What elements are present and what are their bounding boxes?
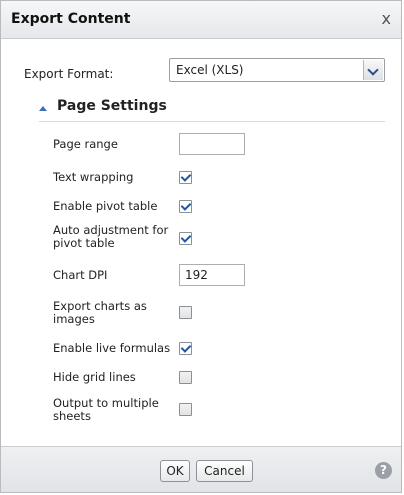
chevron-down-icon[interactable]: [363, 60, 383, 80]
caret-up-icon[interactable]: [39, 106, 47, 111]
export-format-select[interactable]: Excel (XLS): [169, 58, 385, 82]
ok-button[interactable]: OK: [160, 460, 190, 482]
dialog-titlebar: Export Content x: [1, 1, 401, 39]
text-wrapping-label: Text wrapping: [53, 170, 134, 184]
page-settings-heading[interactable]: Page Settings: [57, 98, 167, 114]
page-range-label: Page range: [53, 137, 118, 151]
auto-adjust-checkbox[interactable]: [179, 232, 192, 245]
multiple-sheets-checkbox[interactable]: [179, 403, 192, 416]
export-content-dialog: Export Content x Export Format: Excel (X…: [0, 0, 402, 493]
export-format-value: Excel (XLS): [176, 63, 244, 77]
dialog-footer: OK Cancel ?: [1, 446, 401, 492]
hide-grid-checkbox[interactable]: [179, 371, 192, 384]
export-format-label: Export Format:: [24, 67, 114, 81]
auto-adjust-label: Auto adjustment for pivot table: [53, 223, 169, 250]
section-divider: [39, 121, 385, 122]
dialog-title: Export Content: [11, 11, 131, 27]
text-wrapping-checkbox[interactable]: [179, 171, 192, 184]
multiple-sheets-label: Output to multiple sheets: [53, 396, 159, 423]
export-charts-label: Export charts as images: [53, 299, 147, 326]
cancel-button[interactable]: Cancel: [196, 460, 253, 482]
chart-dpi-label: Chart DPI: [53, 268, 108, 282]
chart-dpi-input[interactable]: 192: [179, 264, 245, 286]
close-icon[interactable]: x: [382, 9, 391, 28]
hide-grid-label: Hide grid lines: [53, 370, 136, 384]
export-charts-checkbox[interactable]: [179, 306, 192, 319]
enable-pivot-label: Enable pivot table: [53, 199, 158, 213]
live-formulas-label: Enable live formulas: [53, 341, 171, 355]
enable-pivot-checkbox[interactable]: [179, 200, 192, 213]
help-icon[interactable]: ?: [375, 462, 392, 479]
page-range-input[interactable]: [179, 133, 245, 155]
live-formulas-checkbox[interactable]: [179, 342, 192, 355]
